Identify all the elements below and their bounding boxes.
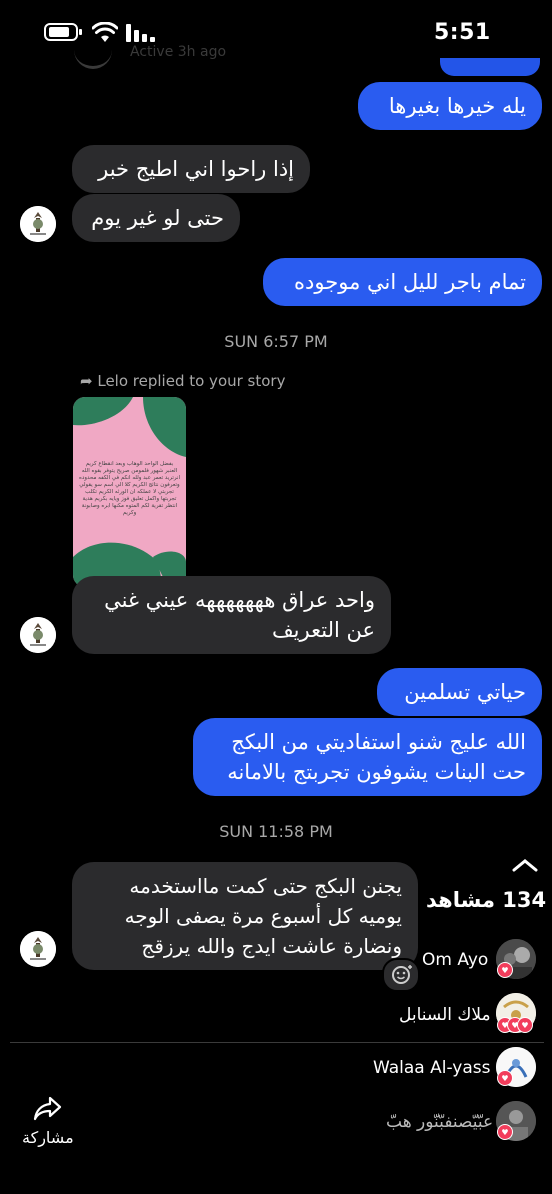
share-icon[interactable] bbox=[32, 1092, 64, 1124]
sender-avatar[interactable] bbox=[20, 617, 56, 653]
story-thumbnail[interactable]: بفضل الواحد الوهاب وبعد انقطاع كريم العن… bbox=[73, 397, 186, 587]
react-emoji-icon[interactable] bbox=[382, 958, 420, 992]
battery-icon bbox=[44, 23, 78, 41]
header-avatar-fragment bbox=[74, 36, 112, 69]
outgoing-message[interactable]: الله عليج شنو استفاديتي من البكج حت البن… bbox=[193, 718, 542, 796]
heart-icon: ♥ bbox=[517, 1017, 533, 1033]
chevron-up-icon[interactable] bbox=[512, 858, 538, 872]
active-status: Active 3h ago bbox=[130, 44, 227, 60]
reply-arrow-icon: ➦ bbox=[80, 372, 93, 390]
viewer-name[interactable]: عبّيّصنفبّنّور هبّ bbox=[386, 1112, 493, 1132]
incoming-message[interactable]: واحد عراق هههههههه عيني غني عن التعريف bbox=[72, 576, 391, 654]
viewer-name[interactable]: Walaa Al-yass bbox=[373, 1058, 490, 1078]
outgoing-message[interactable]: حياتي تسلمين bbox=[377, 668, 542, 716]
sender-avatar[interactable] bbox=[20, 206, 56, 242]
views-count[interactable]: 134 مشاهد bbox=[426, 888, 546, 912]
timestamp: SUN 6:57 PM bbox=[224, 332, 328, 351]
incoming-message[interactable]: حتى لو غير يوم bbox=[72, 194, 240, 242]
incoming-message[interactable]: يجنن البكج حتى كمت مااستخدمه يوميه كل أس… bbox=[72, 862, 418, 970]
viewer-name[interactable]: ملاك السنابل bbox=[399, 1005, 491, 1025]
message-bubble-fragment bbox=[440, 58, 540, 76]
timestamp: SUN 11:58 PM bbox=[219, 822, 333, 841]
share-button-label[interactable]: مشاركة bbox=[22, 1128, 74, 1147]
incoming-message[interactable]: إذا راحوا اني اطيج خبر bbox=[72, 145, 310, 193]
reply-note-text: Lelo replied to your story bbox=[97, 372, 286, 390]
outgoing-message[interactable]: تمام باجر لليل اني موجوده bbox=[263, 258, 542, 306]
sender-avatar[interactable] bbox=[20, 931, 56, 967]
heart-icon: ♥ bbox=[497, 1124, 513, 1140]
heart-icon: ♥ bbox=[497, 962, 513, 978]
divider bbox=[10, 1042, 544, 1043]
story-text: بفضل الواحد الوهاب وبعد انقطاع كريم العن… bbox=[79, 461, 180, 516]
reply-note: ➦ Lelo replied to your story bbox=[80, 372, 285, 390]
battery-tip bbox=[79, 29, 82, 35]
signal-icon bbox=[126, 22, 156, 42]
outgoing-message[interactable]: يله خيرها بغيرها bbox=[358, 82, 542, 130]
clock: 5:51 bbox=[434, 20, 491, 45]
heart-icon: ♥ bbox=[497, 1070, 513, 1086]
viewer-name[interactable]: Om Ayo bbox=[422, 950, 488, 970]
